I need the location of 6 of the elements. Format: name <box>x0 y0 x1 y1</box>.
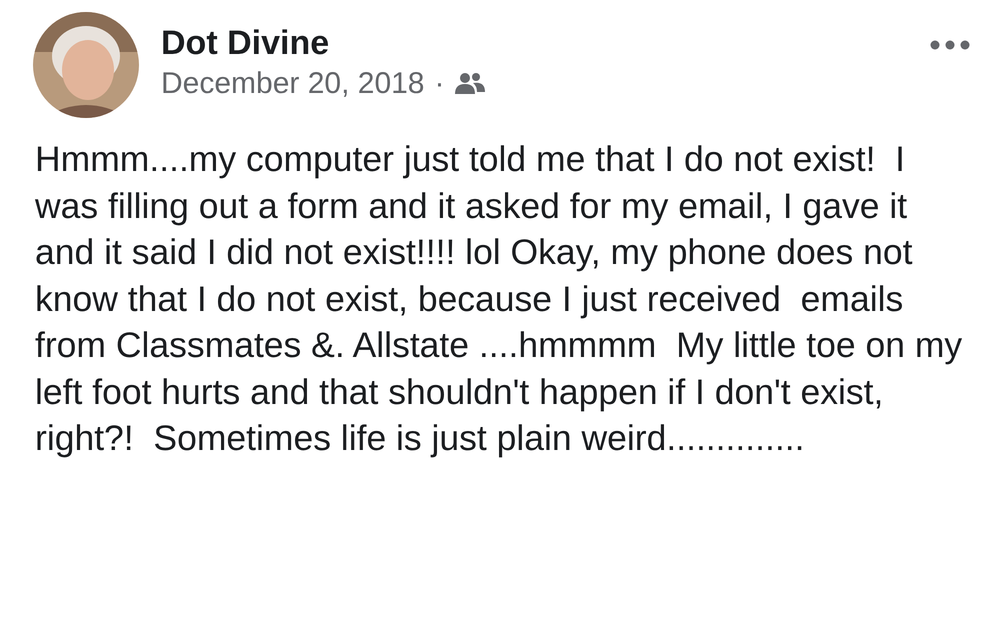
post-text: Hmmm....my computer just told me that I do not exist! I was filling out a form and it asked for my email, I gave it and it said I did not exist!!!! lol Okay, my phone does not know that I do not exist, because I just received emails from Classmates &. Allstate ....hmmmm My little toe on my left foot hurts and that shouldn't happen if I don't exist, right?! Sometimes life is just plain weird.............. <box>35 138 964 460</box>
more-options-icon[interactable] <box>930 40 970 50</box>
separator: · <box>434 67 444 101</box>
post-date[interactable]: December 20, 2018 <box>161 66 424 102</box>
author-name[interactable]: Dot Divine <box>161 22 930 64</box>
friends-icon <box>454 72 484 96</box>
